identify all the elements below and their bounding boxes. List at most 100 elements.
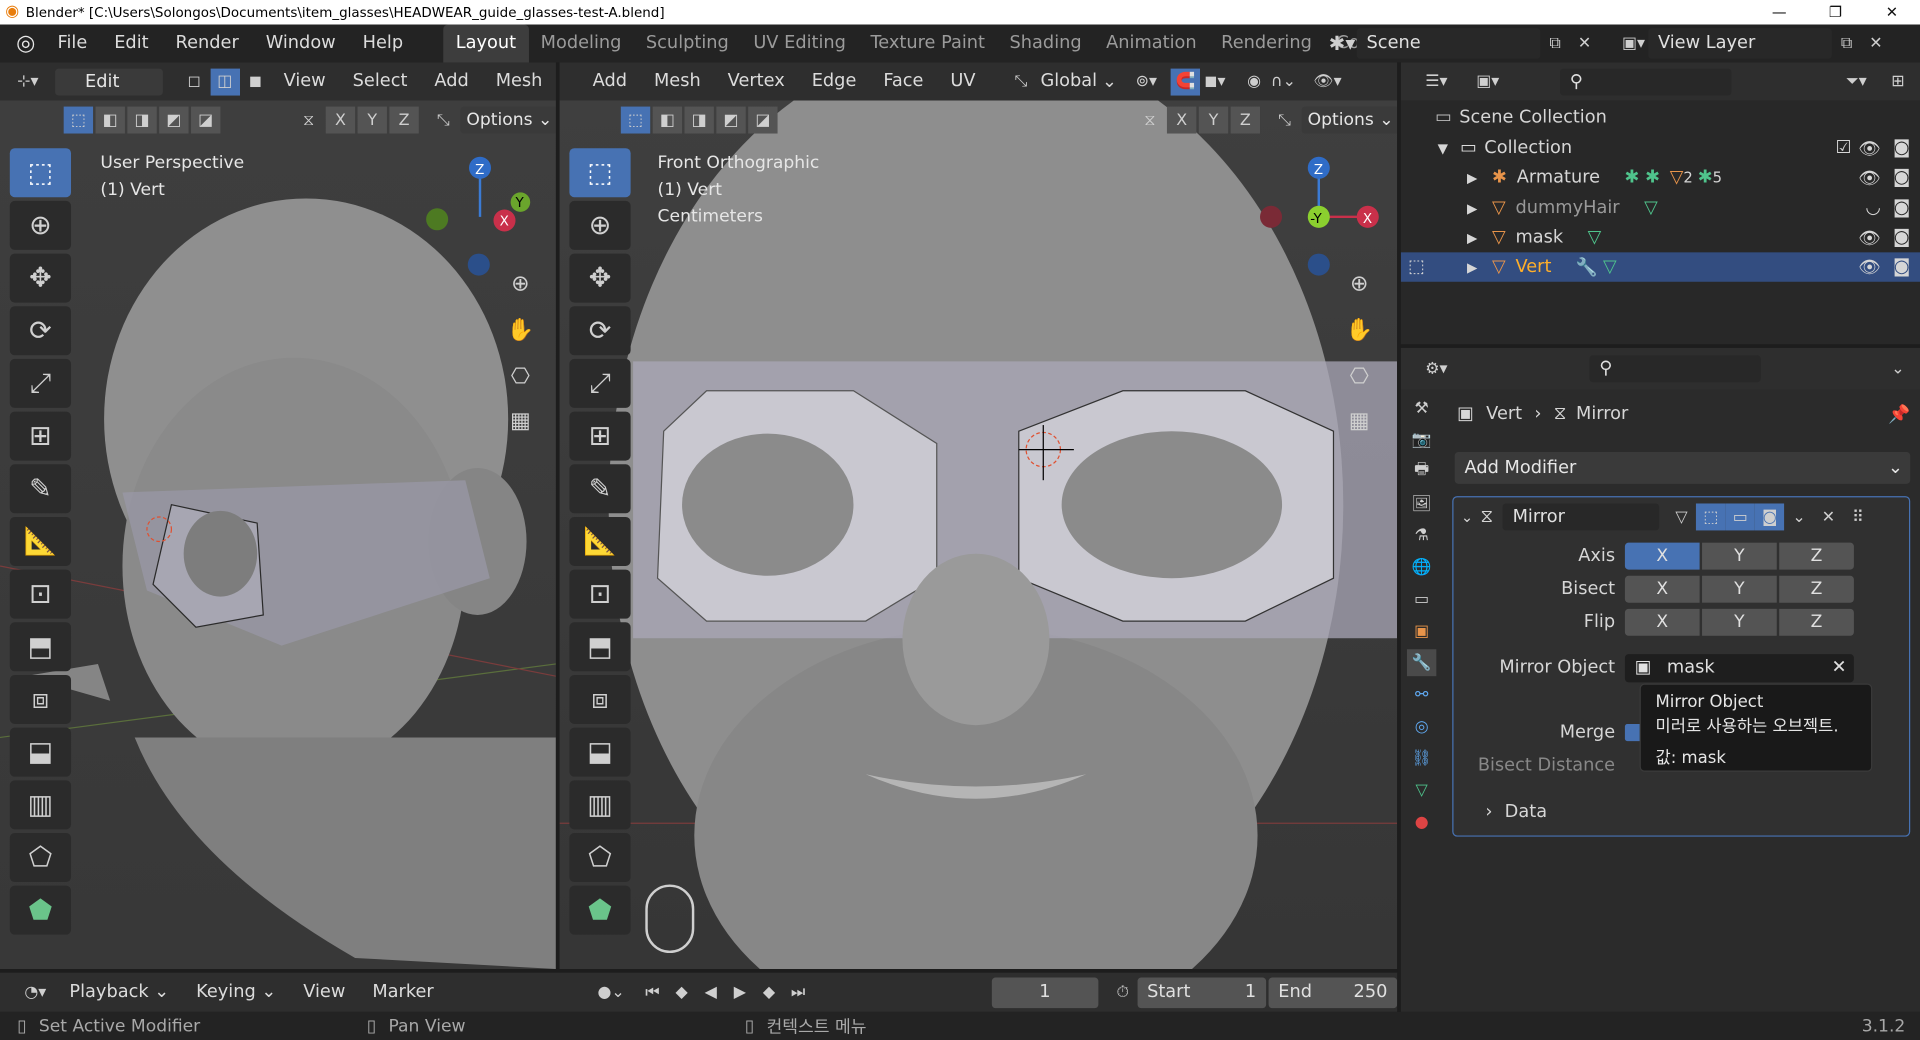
tool-tab-icon[interactable]: ⚒ <box>1407 394 1436 421</box>
outliner-collection[interactable]: ▼ ▭ Collection ☑ 👁 ◙ <box>1401 134 1920 163</box>
tab-modeling[interactable]: Modeling <box>528 25 633 63</box>
mask-render-camera-icon[interactable]: ◙ <box>1893 228 1910 248</box>
axis-x-toggle[interactable]: X <box>1624 542 1700 570</box>
center-menu-vertex[interactable]: Vertex <box>714 62 798 100</box>
center-measure-tool-icon[interactable]: 📐 <box>569 516 631 566</box>
add-modifier-dropdown[interactable]: Add Modifier ⌄ <box>1454 452 1911 484</box>
scene-tab-icon[interactable]: ⚗ <box>1407 522 1436 549</box>
edit-mode-cage-icon[interactable]: ▽ <box>1667 503 1696 530</box>
center-select-extend-icon[interactable]: ◧ <box>652 106 683 134</box>
center-camera-view-icon[interactable]: ⎔ <box>1345 363 1374 390</box>
prev-keyframe-icon[interactable]: ◆ <box>667 979 696 1006</box>
properties-search-field[interactable]: ⚲ <box>1589 355 1761 383</box>
jump-end-icon[interactable]: ⏭ <box>784 979 813 1006</box>
next-keyframe-icon[interactable]: ◆ <box>754 979 783 1006</box>
inset-tool-icon[interactable]: ⧈ <box>9 674 72 724</box>
collection-render-camera-icon[interactable]: ◙ <box>1893 138 1910 158</box>
vert-render-camera-icon[interactable]: ◙ <box>1893 257 1910 277</box>
center-select-subtract-icon[interactable]: ◨ <box>684 106 714 134</box>
view-layer-icon[interactable]: ▣▾ <box>1619 30 1648 57</box>
mask-visibility-eye-icon[interactable]: 👁 <box>1858 227 1881 248</box>
center-extrude-tool-icon[interactable]: ⬒ <box>569 622 631 672</box>
auto-merge-icon[interactable]: ⤡ <box>429 107 458 134</box>
menu-render[interactable]: Render <box>162 25 252 63</box>
center-loop-cut-tool-icon[interactable]: ▥ <box>569 780 631 830</box>
physics-tab-icon[interactable]: ◎ <box>1407 713 1436 740</box>
timeline-editor-type-icon[interactable]: ◔▾ <box>15 979 56 1006</box>
center-navigation-gizmo[interactable]: Z X -Y <box>1258 149 1393 284</box>
show-in-editmode-icon[interactable]: ⬚ <box>1696 503 1726 531</box>
play-reverse-icon[interactable]: ◀ <box>696 979 725 1006</box>
outliner-editor-type-icon[interactable]: ☰▾ <box>1416 68 1458 95</box>
ortho-toggle-icon[interactable]: ▦ <box>506 407 535 434</box>
vert-visibility-eye-icon[interactable]: 👁 <box>1858 257 1881 278</box>
menu-file[interactable]: File <box>44 25 101 63</box>
center-menu-add[interactable]: Add <box>579 62 640 100</box>
pin-icon[interactable]: 📌 <box>1888 404 1910 425</box>
rotate-tool-icon[interactable]: ⟳ <box>9 306 72 356</box>
modifier-name-field[interactable]: Mirror <box>1502 503 1660 531</box>
vertex-select-icon[interactable]: ◻ <box>179 68 208 95</box>
properties-editor-type-icon[interactable]: ⚙▾ <box>1416 355 1458 382</box>
delete-view-layer-icon[interactable]: ✕ <box>1861 30 1890 57</box>
center-transform-tool-icon[interactable]: ⊞ <box>569 411 631 461</box>
select-intersect-icon[interactable]: ◪ <box>191 106 221 134</box>
measure-tool-icon[interactable]: 📐 <box>9 516 72 566</box>
left-3d-viewport[interactable]: ⊹▾ Edit Mode⌄ ◻ ◫ ◼ View Select Add Mesh <box>0 62 556 969</box>
scale-tool-icon[interactable]: ⤢ <box>9 358 72 408</box>
display-mode-icon[interactable]: ▣▾ <box>1467 68 1509 95</box>
left-axis-x-toggle[interactable]: X <box>325 106 356 134</box>
snap-target-icon[interactable]: ◼▾ <box>1200 68 1229 95</box>
center-scale-tool-icon[interactable]: ⤢ <box>569 358 631 408</box>
center-menu-uv[interactable]: UV <box>937 62 989 100</box>
center-bevel-tool-icon[interactable]: ⬓ <box>569 727 631 777</box>
end-frame-field[interactable]: End 250 <box>1268 976 1398 1008</box>
menu-edit[interactable]: Edit <box>101 25 162 63</box>
view-layer-tab-icon[interactable]: 🖼 <box>1407 490 1436 517</box>
loop-cut-tool-icon[interactable]: ▥ <box>9 780 72 830</box>
expand-arrow-icon[interactable]: ▶ <box>1467 170 1477 186</box>
outliner-item-mask[interactable]: ▶ ▽ mask ▽ 👁 ◙ <box>1401 223 1920 252</box>
left-viewport-canvas[interactable]: User Perspective (1) Vert Z Y X ⊕ ✋ ⎔ ▦ <box>0 100 556 969</box>
show-in-render-icon[interactable]: ◙ <box>1755 503 1785 531</box>
zoom-icon[interactable]: ⊕ <box>506 270 535 297</box>
outliner-scene-collection[interactable]: ▭ Scene Collection <box>1401 103 1920 132</box>
new-collection-icon[interactable]: ⊞ <box>1883 68 1912 95</box>
left-axis-y-toggle[interactable]: Y <box>357 106 387 134</box>
object-tab-icon[interactable]: ▣ <box>1407 617 1436 644</box>
center-menu-edge[interactable]: Edge <box>798 62 870 100</box>
start-frame-field[interactable]: Start 1 <box>1137 976 1267 1008</box>
dummyhair-hidden-eye-icon[interactable]: ◡ <box>1865 198 1880 218</box>
center-auto-merge-icon[interactable]: ⤡ <box>1270 107 1299 134</box>
annotate-tool-icon[interactable]: ✎ <box>9 464 72 514</box>
flip-x-toggle[interactable]: X <box>1624 608 1700 636</box>
tab-animation[interactable]: Animation <box>1094 25 1209 63</box>
material-tab-icon[interactable]: ● <box>1407 809 1436 836</box>
flip-y-toggle[interactable]: Y <box>1702 608 1777 636</box>
blender-menu-icon[interactable]: ◎ <box>7 31 44 57</box>
select-box-tool-icon[interactable]: ⬚ <box>9 148 72 198</box>
tab-rendering[interactable]: Rendering <box>1209 25 1324 63</box>
bisect-y-toggle[interactable]: Y <box>1702 575 1777 603</box>
center-zoom-icon[interactable]: ⊕ <box>1345 270 1374 297</box>
expand-arrow-icon[interactable]: ▶ <box>1467 259 1477 275</box>
left-axis-z-toggle[interactable]: Z <box>389 106 419 134</box>
world-tab-icon[interactable]: 🌐 <box>1407 554 1436 581</box>
preview-range-icon[interactable]: ⏱ <box>1108 979 1137 1006</box>
tab-sculpting[interactable]: Sculpting <box>634 25 741 63</box>
tab-layout[interactable]: Layout <box>443 24 529 63</box>
bisect-x-toggle[interactable]: X <box>1624 575 1700 603</box>
bisect-z-toggle[interactable]: Z <box>1779 575 1854 603</box>
tab-shading[interactable]: Shading <box>997 25 1094 63</box>
add-cube-tool-icon[interactable]: ⊡ <box>9 569 72 619</box>
menu-help[interactable]: Help <box>349 25 416 63</box>
mode-dropdown[interactable]: Edit Mode⌄ <box>55 67 163 118</box>
filter-icon[interactable]: ⏷▾ <box>1842 68 1871 95</box>
clear-field-icon[interactable]: ✕ <box>1832 654 1847 682</box>
select-subtract-icon[interactable]: ◨ <box>127 106 157 134</box>
center-add-cube-tool-icon[interactable]: ⊡ <box>569 569 631 619</box>
transform-tool-icon[interactable]: ⊞ <box>9 411 72 461</box>
overlay-visibility-icon[interactable]: 👁▾ <box>1313 68 1342 95</box>
tab-uv-editing[interactable]: UV Editing <box>741 25 858 63</box>
face-select-icon[interactable]: ◼ <box>241 68 270 95</box>
